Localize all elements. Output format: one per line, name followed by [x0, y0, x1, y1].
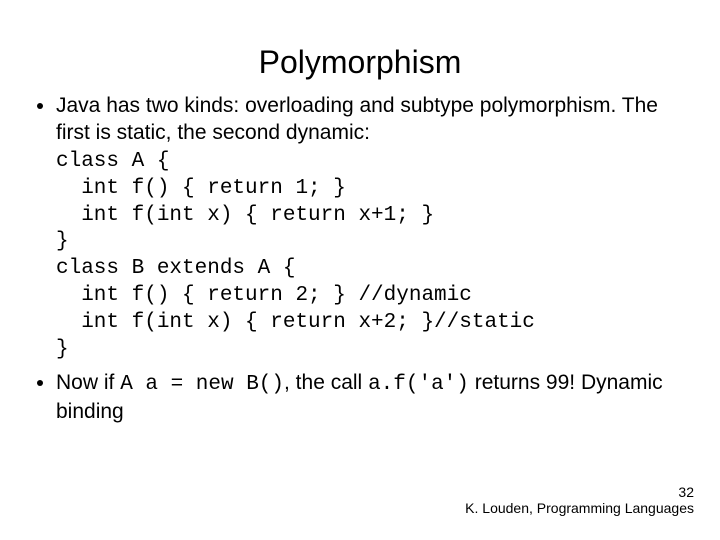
- page-number: 32: [465, 485, 694, 500]
- bullet-2-code-2: a.f('a'): [368, 373, 469, 396]
- bullet-2: Now if A a = new B(), the call a.f('a') …: [56, 370, 692, 426]
- bullet-2-code-1: A a = new B(): [120, 373, 284, 396]
- slide: Polymorphism Java has two kinds: overloa…: [0, 0, 720, 540]
- bullet-2-prefix: Now if: [56, 371, 120, 394]
- bullet-1-text: Java has two kinds: overloading and subt…: [56, 94, 658, 144]
- code-block: class A { int f() { return 1; } int f(in…: [56, 149, 692, 364]
- footer-author: K. Louden, Programming Languages: [465, 501, 694, 516]
- slide-title: Polymorphism: [0, 0, 720, 93]
- footer: 32 K. Louden, Programming Languages: [465, 485, 694, 516]
- bullet-1: Java has two kinds: overloading and subt…: [56, 93, 692, 364]
- bullet-list: Java has two kinds: overloading and subt…: [28, 93, 692, 426]
- bullet-2-mid: , the call: [284, 371, 368, 394]
- slide-body: Java has two kinds: overloading and subt…: [0, 93, 720, 426]
